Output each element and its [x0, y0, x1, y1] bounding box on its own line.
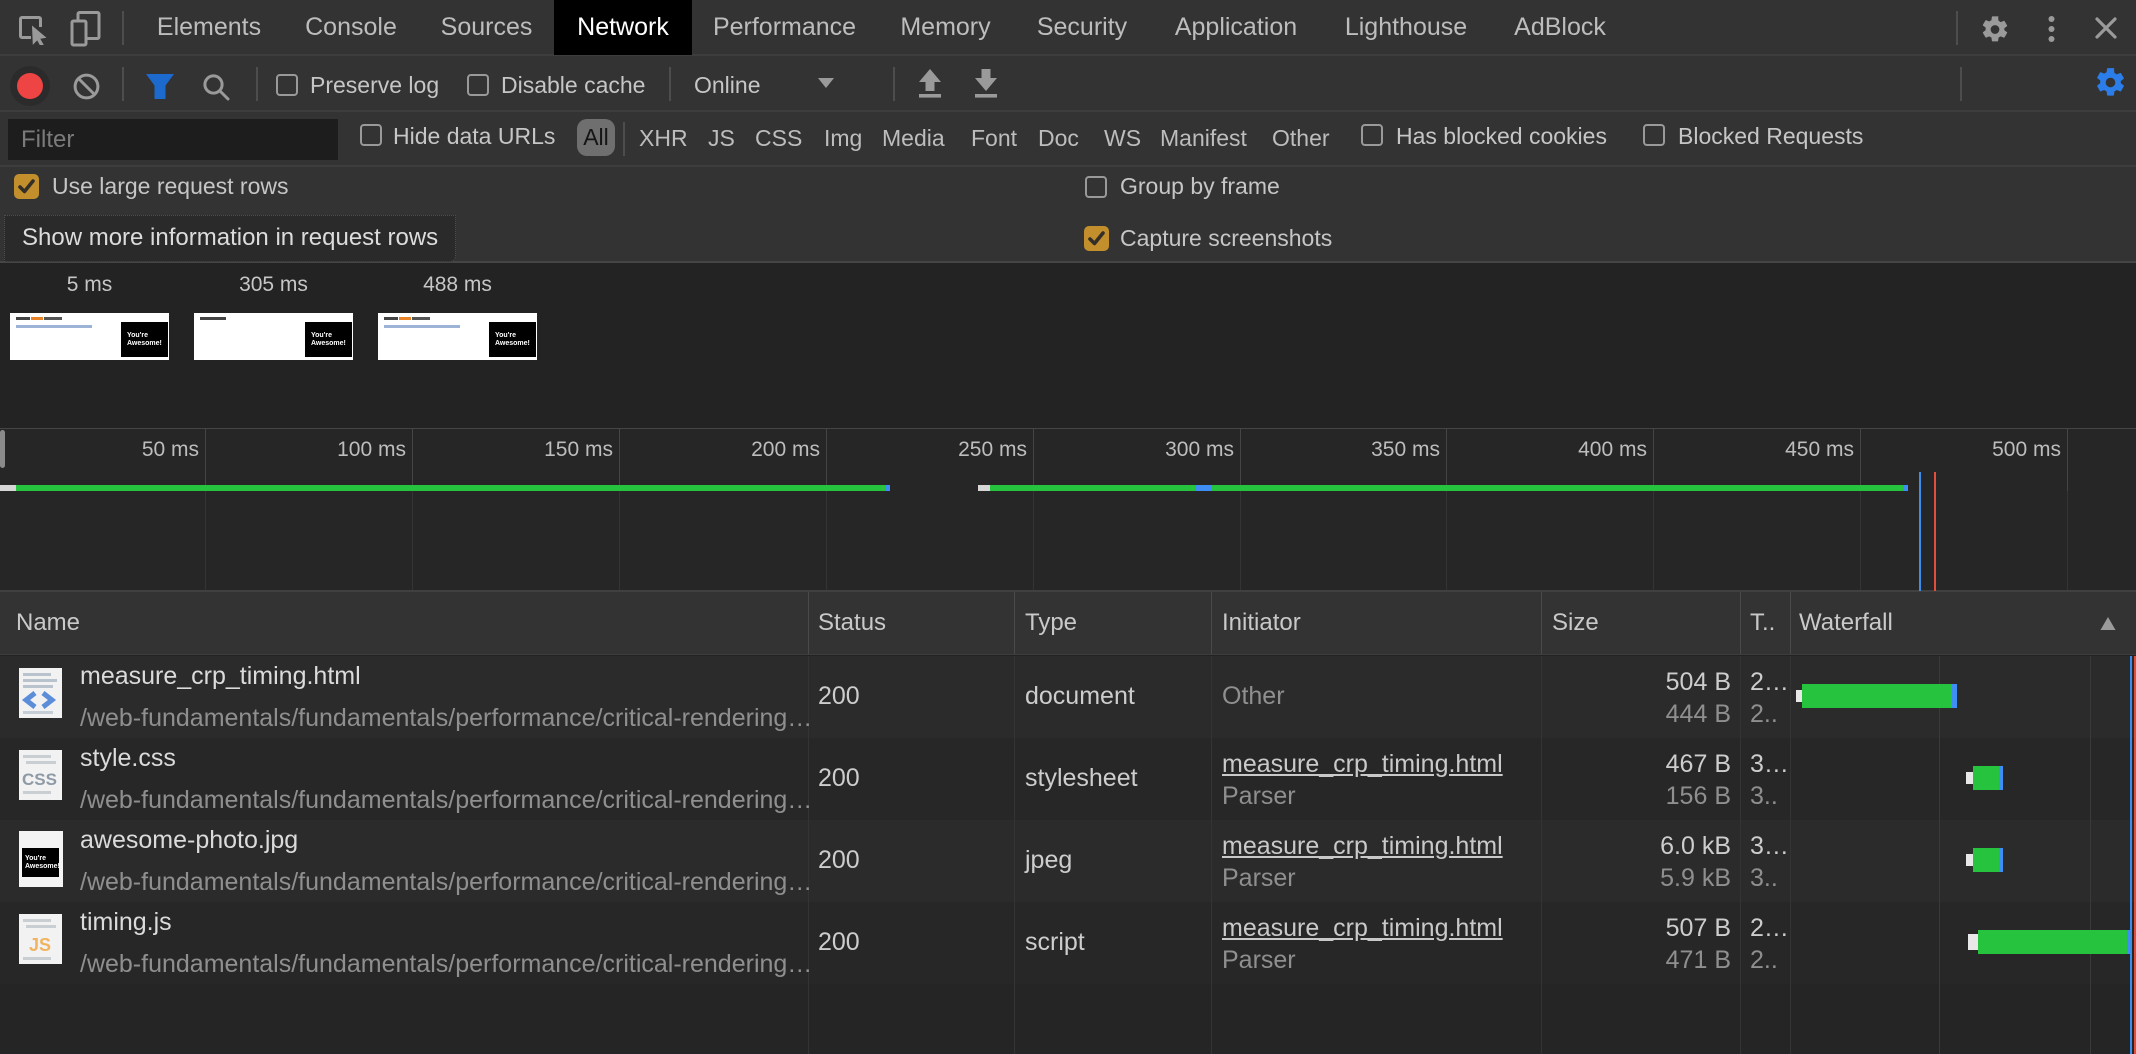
svg-text:CSS: CSS	[22, 770, 57, 789]
svg-text:JS: JS	[29, 935, 51, 955]
